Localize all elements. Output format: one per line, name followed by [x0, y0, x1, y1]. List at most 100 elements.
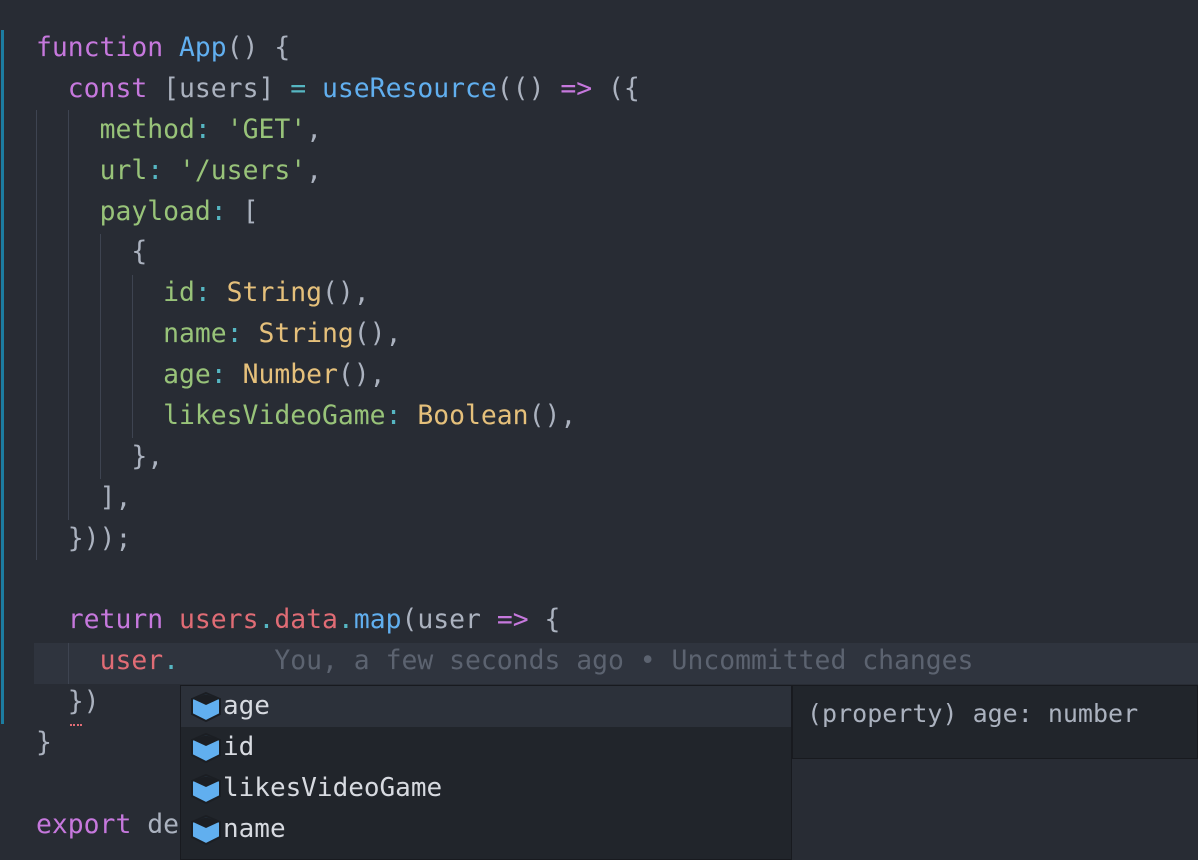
property-cube-icon [189, 731, 223, 765]
git-modified-gutter-bar [1, 30, 4, 724]
code-token [36, 441, 131, 472]
code-token: [ [243, 196, 259, 227]
code-token [36, 400, 163, 431]
code-line[interactable]: const [users] = useResource(() => ({ [36, 69, 973, 110]
code-token: Number [243, 359, 338, 390]
code-token: useResource [322, 73, 497, 104]
autocomplete-item[interactable]: age [181, 686, 791, 727]
code-token: 'GET' [227, 114, 306, 145]
code-line[interactable]: name: String(), [36, 314, 973, 355]
code-token: export [36, 809, 147, 840]
autocomplete-item-label: age [223, 686, 270, 727]
code-token: () { [227, 32, 291, 63]
git-blame-annotation: You, a few seconds ago • Uncommitted cha… [179, 645, 973, 676]
code-token: { [545, 604, 561, 635]
code-line[interactable] [36, 560, 973, 601]
property-cube-icon [189, 772, 223, 806]
code-token: Boolean [417, 400, 528, 431]
code-token: String [227, 277, 322, 308]
code-token: name [163, 318, 227, 349]
code-token: : [195, 277, 227, 308]
code-line[interactable]: url: '/users', [36, 151, 973, 192]
autocomplete-popup: ageidlikesVideoGamename [180, 685, 792, 860]
code-line[interactable]: payload: [ [36, 192, 973, 233]
code-line[interactable]: }, [36, 437, 973, 478]
code-token: : [386, 400, 418, 431]
code-token: . [258, 604, 274, 635]
code-token: . [338, 604, 354, 635]
code-token: url [100, 155, 148, 186]
code-token: data [274, 604, 338, 635]
code-token: function [36, 32, 179, 63]
code-token: id [163, 277, 195, 308]
code-token: const [68, 73, 163, 104]
autocomplete-detail: (property) age: number [792, 685, 1198, 759]
code-token: } [36, 727, 52, 758]
code-token: return [68, 604, 179, 635]
code-token: }, [131, 441, 163, 472]
code-token: (user [401, 604, 496, 635]
error-squiggle [70, 720, 82, 726]
autocomplete-item[interactable]: name [181, 809, 791, 850]
code-token [36, 73, 68, 104]
code-line[interactable]: likesVideoGame: Boolean(), [36, 396, 973, 437]
code-token: . [163, 645, 179, 676]
code-token: }) [68, 686, 100, 717]
code-token: (), [338, 359, 386, 390]
code-token: = [290, 73, 322, 104]
code-token [36, 236, 131, 267]
code-token [36, 359, 163, 390]
code-token: : [195, 114, 227, 145]
code-token: method [100, 114, 195, 145]
code-token: => [560, 73, 608, 104]
code-token: { [131, 236, 147, 267]
code-token: (() [497, 73, 561, 104]
autocomplete-item-label: id [223, 727, 254, 768]
code-token [36, 482, 100, 513]
code-token: (), [354, 318, 402, 349]
code-token: ({ [608, 73, 640, 104]
code-line[interactable]: return users.data.map(user => { [36, 600, 973, 641]
code-token: [users] [163, 73, 290, 104]
code-token: user [100, 645, 164, 676]
code-token: likesVideoGame [163, 400, 385, 431]
code-token [36, 114, 100, 145]
code-token: age [163, 359, 211, 390]
code-line[interactable]: function App() { [36, 28, 973, 69]
code-token: (), [529, 400, 577, 431]
code-token [36, 196, 100, 227]
code-token: })); [68, 523, 132, 554]
code-token: String [258, 318, 353, 349]
code-token [36, 604, 68, 635]
code-line[interactable]: age: Number(), [36, 355, 973, 396]
property-cube-icon [189, 690, 223, 724]
code-line[interactable]: ], [36, 478, 973, 519]
code-line[interactable]: id: String(), [36, 273, 973, 314]
autocomplete-item[interactable]: id [181, 727, 791, 768]
code-token: : [227, 318, 259, 349]
autocomplete-item[interactable]: likesVideoGame [181, 768, 791, 809]
code-token: App [179, 32, 227, 63]
code-line[interactable]: })); [36, 519, 973, 560]
code-line[interactable]: method: 'GET', [36, 110, 973, 151]
code-token: ], [100, 482, 132, 513]
autocomplete-item-label: likesVideoGame [223, 768, 442, 809]
code-token: map [354, 604, 402, 635]
code-token [36, 277, 163, 308]
code-token [36, 155, 100, 186]
property-cube-icon [189, 813, 223, 847]
code-token: : [147, 155, 179, 186]
code-token: payload [100, 196, 211, 227]
code-line[interactable]: user. You, a few seconds ago • Uncommitt… [36, 641, 973, 682]
code-token [36, 645, 100, 676]
code-token: users [179, 604, 258, 635]
code-token [36, 523, 68, 554]
code-token: => [497, 604, 545, 635]
code-token: : [211, 359, 243, 390]
code-token: , [306, 155, 322, 186]
autocomplete-item-label: name [223, 809, 286, 850]
code-token [36, 686, 68, 717]
code-token: : [211, 196, 243, 227]
code-token: (), [322, 277, 370, 308]
code-line[interactable]: { [36, 232, 973, 273]
